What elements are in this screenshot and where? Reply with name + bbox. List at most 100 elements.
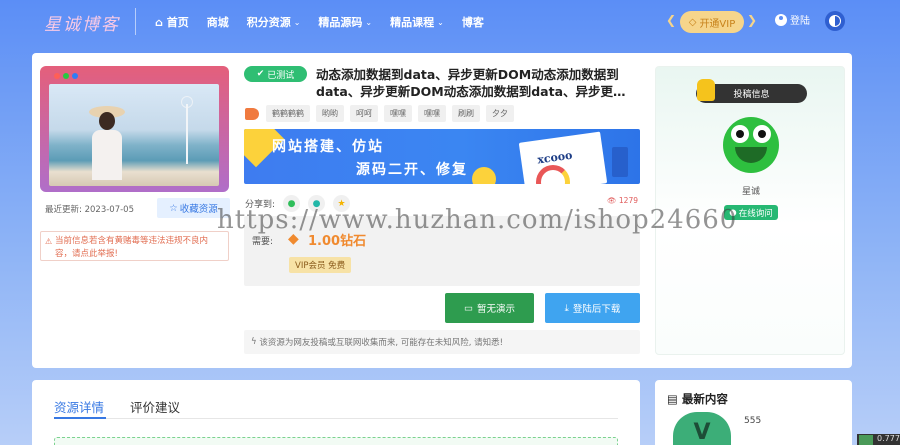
dot-blue-icon xyxy=(72,73,78,79)
demo-label: 暂无演示 xyxy=(476,304,515,315)
download-icon: ⤓ xyxy=(564,302,569,314)
chevron-down-icon: ⌄ xyxy=(365,17,373,27)
tab-divider xyxy=(54,418,618,419)
latest-item-count: 555 xyxy=(744,416,762,426)
avatar-mouth xyxy=(735,147,767,163)
disclaimer-text: 该资源为网友投稿或互联网收集而来, 可能存在未知风险, 请知悉! xyxy=(259,338,504,348)
monitor-icon: ▭ xyxy=(464,302,473,314)
nav-label: 博客 xyxy=(461,16,484,29)
login-button[interactable]: 登陆 xyxy=(775,12,810,27)
tag-icon xyxy=(245,108,259,120)
girl-head xyxy=(99,112,115,130)
latest-card: ▤ 最新内容 V 555 xyxy=(655,380,852,445)
notice-text: 当前信息若含有黄赌毒等违法违规不良内容，请点此举报! xyxy=(55,236,209,259)
star-icon: ☆ xyxy=(169,202,178,214)
thumbnail-image xyxy=(49,84,219,186)
tag-item[interactable]: 刷刷 xyxy=(452,105,480,122)
nav-label: 精品课程 xyxy=(390,16,435,29)
theme-toggle-icon[interactable] xyxy=(825,11,845,31)
update-label: 最近更新 xyxy=(45,205,80,215)
avatar-eye xyxy=(731,125,749,143)
tag-list: 鹤鹤鹤鹤 哟哟 呵呵 嘿嘿 嘿嘿 刷刷 夕夕 xyxy=(266,105,514,122)
nav-shop[interactable]: 商城 xyxy=(207,14,229,30)
dot-red-icon xyxy=(54,73,60,79)
chevron-down-icon: ⌄ xyxy=(293,17,301,27)
status-text: 已测试 xyxy=(267,70,295,81)
tag-item[interactable]: 嘿嘿 xyxy=(384,105,412,122)
view-count: 👁 1279 xyxy=(607,196,638,205)
wing-right-icon: ❯ xyxy=(747,13,758,27)
update-value: 2023-07-05 xyxy=(84,205,134,215)
download-label: 登陆后下载 xyxy=(572,304,621,315)
home-icon: ⌂ xyxy=(155,15,163,29)
tag-item[interactable]: 鹤鹤鹤鹤 xyxy=(266,105,310,122)
resource-title: 动态添加数据到data、异步更新DOM动态添加数据到data、异步更新DOM动态… xyxy=(316,67,626,99)
bell-icon: ⚠ xyxy=(45,237,53,246)
author-name[interactable]: 星诚 xyxy=(656,184,846,197)
nav-label: 精品源码 xyxy=(318,16,363,29)
nav-label: 商城 xyxy=(206,16,229,29)
nav-label: 首页 xyxy=(166,16,189,29)
update-date: 最近更新: 2023-07-05 xyxy=(45,205,134,215)
nav-points-resources[interactable]: 积分资源 ⌄ xyxy=(247,14,301,30)
banner-chart xyxy=(612,147,628,177)
bolt-icon: ϟ xyxy=(251,337,257,347)
nav-courses[interactable]: 精品课程 ⌄ xyxy=(390,14,444,30)
avatar[interactable] xyxy=(723,117,779,173)
latest-header: ▤ 最新内容 xyxy=(667,391,728,407)
header-divider xyxy=(135,8,136,35)
nav-label: 积分资源 xyxy=(246,16,291,29)
window-dots xyxy=(54,73,78,79)
bell-icon xyxy=(697,79,715,101)
tab-details[interactable]: 资源详情 xyxy=(54,397,104,416)
check-icon: ✔ xyxy=(256,69,265,79)
latest-title: 最新内容 xyxy=(681,392,728,406)
tab-active-underline xyxy=(54,417,106,419)
login-label: 登陆 xyxy=(790,16,810,27)
girl-body xyxy=(92,130,122,180)
tag-item[interactable]: 嘿嘿 xyxy=(418,105,446,122)
tag-item[interactable]: 哟哟 xyxy=(316,105,344,122)
vip-label: 开通VIP xyxy=(699,18,736,30)
top-header: 星诚博客 ⌂ 首页 商城 积分资源 ⌄ 精品源码 ⌄ 精品课程 ⌄ 博客 ❮ ◇ 开通… xyxy=(0,0,900,44)
chevron-down-icon: ⌄ xyxy=(437,17,444,27)
demo-button[interactable]: ▭ 暂无演示 xyxy=(445,293,534,323)
chat-label: 在线询问 xyxy=(738,208,773,219)
status-badge: ✔ 已测试 xyxy=(244,66,307,82)
corner-widget: 0.777 xyxy=(857,434,900,445)
price-label: 需要: xyxy=(252,237,274,247)
tag-item[interactable]: 夕夕 xyxy=(486,105,514,122)
dot-green-icon xyxy=(63,73,69,79)
site-logo[interactable]: 星诚博客 xyxy=(44,10,120,35)
latest-item-thumb[interactable]: V xyxy=(673,412,731,445)
content-box xyxy=(54,437,618,445)
wind-turbine xyxy=(186,104,188,164)
favorite-label: 收藏资源 xyxy=(179,204,218,215)
report-notice[interactable]: ⚠ 当前信息若含有黄赌毒等违法违规不良内容，请点此举报! xyxy=(40,231,229,261)
diamond-icon: ◇ xyxy=(688,16,697,28)
wing-left-icon: ❮ xyxy=(666,13,677,27)
watermark: https://www.huzhan.com/ishop24660 xyxy=(217,205,738,235)
disclaimer: ϟ 该资源为网友投稿或互联网收集而来, 可能存在未知风险, 请知悉! xyxy=(244,330,640,354)
banner-deco xyxy=(472,167,496,184)
vip-free-badge: VIP会员 免费 xyxy=(289,257,352,273)
details-card: 资源详情 评价建议 xyxy=(32,380,640,445)
tab-reviews[interactable]: 评价建议 xyxy=(130,397,180,416)
nav-blog[interactable]: 博客 xyxy=(462,14,484,30)
banner-line1: 网站搭建、仿站 xyxy=(272,139,384,155)
resource-thumbnail[interactable] xyxy=(40,66,229,192)
document-icon: ▤ xyxy=(667,392,678,406)
view-count-value: 1279 xyxy=(618,196,638,205)
main-nav: ⌂ 首页 商城 积分资源 ⌄ 精品源码 ⌄ 精品课程 ⌄ 博客 xyxy=(155,14,502,30)
ad-banner[interactable]: 网站搭建、仿站 源码二开、修复 xcooo xyxy=(244,129,640,184)
banner-brand: xcooo xyxy=(536,148,574,167)
download-button[interactable]: ⤓ 登陆后下载 xyxy=(545,293,640,323)
avatar-eye xyxy=(753,125,771,143)
tag-item[interactable]: 呵呵 xyxy=(350,105,378,122)
turbine-blade xyxy=(181,96,193,108)
user-icon xyxy=(775,13,787,26)
banner-line2: 源码二开、修复 xyxy=(356,162,468,178)
open-vip-button[interactable]: ◇ 开通VIP xyxy=(680,11,744,33)
nav-source-code[interactable]: 精品源码 ⌄ xyxy=(318,14,372,30)
nav-home[interactable]: ⌂ 首页 xyxy=(155,14,189,30)
